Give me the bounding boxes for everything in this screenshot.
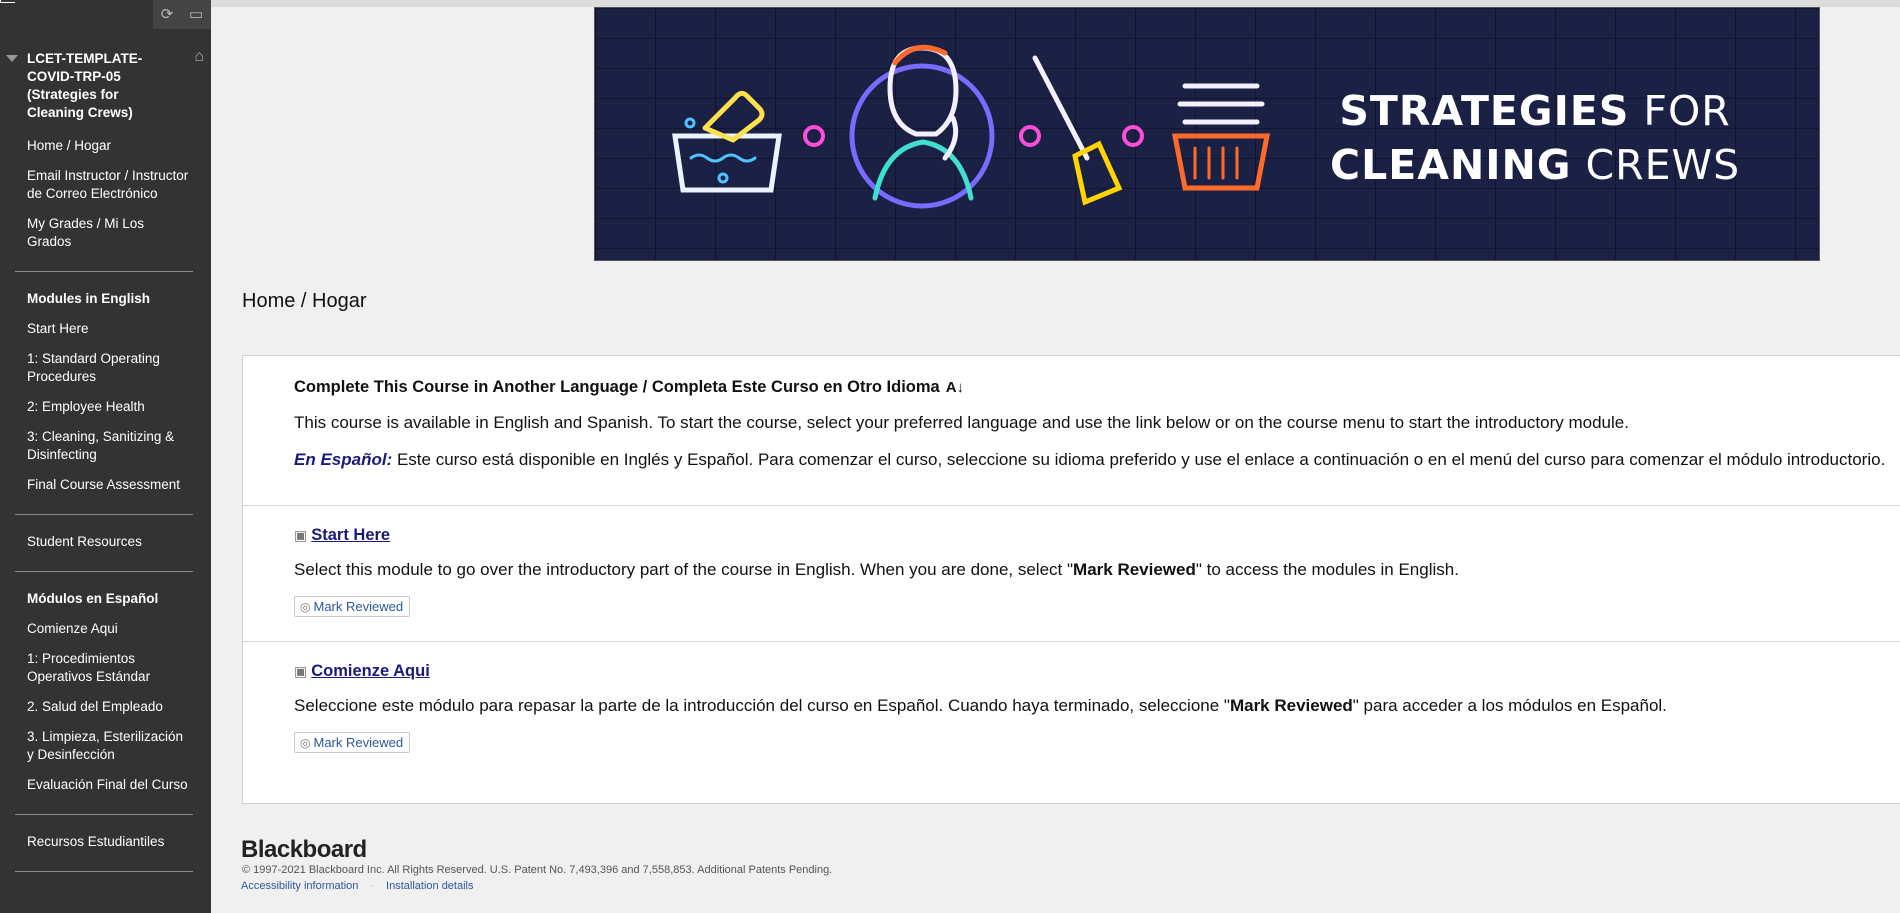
sidebar-toolbar: ⟳ ▭ bbox=[0, 0, 211, 31]
sidebar-item-home[interactable]: Home / Hogar bbox=[0, 137, 211, 155]
corner-mark bbox=[0, 0, 15, 3]
learning-module-icon: ▣ bbox=[294, 527, 308, 543]
sidebar-item-salud[interactable]: 2. Salud del Empleado bbox=[0, 698, 211, 716]
mark-reviewed-button[interactable]: ◎ Mark Reviewed bbox=[294, 596, 411, 617]
sidebar-item-email-instructor[interactable]: Email Instructor / Instructor de Correo … bbox=[0, 167, 211, 203]
menu-spanish-resources: Recursos Estudiantiles bbox=[0, 833, 211, 851]
course-title-row: ⌂ LCET-TEMPLATE-COVID-TRP-05 (Strategies… bbox=[0, 31, 211, 122]
content-item-start-here: ▣ Start Here Select this module to go ove… bbox=[243, 505, 1900, 642]
sidebar-heading-spanish: Módulos en Español bbox=[27, 591, 159, 606]
content-item-comienze-aqui: ▣ Comienze Aqui Seleccione este módulo pa… bbox=[243, 641, 1900, 803]
folder-icon[interactable]: ▭ bbox=[189, 7, 203, 22]
glove-icon bbox=[702, 90, 765, 143]
sidebar-item-start-here[interactable]: Start Here bbox=[0, 320, 211, 338]
blackboard-logo: Blackboard bbox=[241, 836, 367, 863]
menu-spanish: Módulos en Español Comienze Aqui 1: Proc… bbox=[0, 590, 211, 794]
review-status-icon: ◎ bbox=[300, 736, 311, 750]
menu-resources: Student Resources bbox=[0, 533, 211, 551]
dot-icon bbox=[1122, 125, 1144, 147]
sidebar-item-my-grades[interactable]: My Grades / Mi Los Grados bbox=[0, 215, 211, 251]
content-list: Complete This Course in Another Language… bbox=[242, 355, 1900, 804]
refresh-icon[interactable]: ⟳ bbox=[161, 7, 174, 22]
sidebar-item-sop[interactable]: 1: Standard Operating Procedures bbox=[0, 350, 211, 386]
link-separator: · bbox=[370, 880, 375, 892]
sidebar-item-comienze-aqui[interactable]: Comienze Aqui bbox=[0, 620, 211, 638]
item-title-row: ▣ Comienze Aqui bbox=[294, 662, 430, 681]
translate-icon: A↓ bbox=[945, 379, 965, 396]
course-banner: STRATEGIES FOR CLEANING CREWS bbox=[594, 7, 1820, 261]
sidebar-item-procedimientos[interactable]: 1: Procedimientos Operativos Estándar bbox=[0, 650, 211, 686]
accessibility-link[interactable]: Accessibility information bbox=[241, 880, 358, 892]
course-title[interactable]: LCET-TEMPLATE-COVID-TRP-05 (Strategies f… bbox=[27, 50, 173, 122]
item-heading: Complete This Course in Another Language… bbox=[294, 378, 965, 396]
main-content: STRATEGIES FOR CLEANING CREWS Home / Hog… bbox=[211, 0, 1900, 913]
item-description: Seleccione este módulo para repasar la p… bbox=[294, 696, 1667, 715]
learning-module-icon: ▣ bbox=[294, 663, 308, 679]
menu-english: Modules in English Start Here 1: Standar… bbox=[0, 290, 211, 494]
menu-main: Home / Hogar Email Instructor / Instruct… bbox=[0, 137, 211, 251]
top-strip bbox=[211, 0, 1900, 7]
menu-divider bbox=[15, 514, 193, 515]
page-title: Home / Hogar bbox=[242, 290, 367, 312]
home-icon[interactable]: ⌂ bbox=[194, 48, 204, 66]
comienze-aqui-link[interactable]: Comienze Aqui bbox=[311, 662, 430, 680]
item-description-es: En Español: Este curso está disponible e… bbox=[294, 450, 1886, 469]
menu-divider bbox=[15, 271, 193, 272]
sidebar-item-student-resources[interactable]: Student Resources bbox=[0, 533, 211, 551]
item-description-en: This course is available in English and … bbox=[294, 413, 1629, 432]
sidebar-item-recursos[interactable]: Recursos Estudiantiles bbox=[0, 833, 211, 851]
review-status-icon: ◎ bbox=[300, 600, 311, 614]
wash-bowl-icon bbox=[672, 117, 782, 193]
laundry-basket-icon bbox=[1171, 83, 1271, 191]
sidebar-tools: ⟳ ▭ bbox=[153, 0, 211, 29]
sidebar-item-limpieza[interactable]: 3. Limpieza, Esterilización y Desinfecci… bbox=[0, 728, 211, 764]
sidebar-item-cleaning[interactable]: 3: Cleaning, Sanitizing & Disinfecting bbox=[0, 428, 211, 464]
sidebar-item-final-assessment[interactable]: Final Course Assessment bbox=[0, 476, 211, 494]
dot-icon bbox=[1019, 125, 1041, 147]
mark-reviewed-button[interactable]: ◎ Mark Reviewed bbox=[294, 732, 411, 753]
sidebar-heading-english: Modules in English bbox=[27, 291, 151, 306]
footer: Blackboard bbox=[241, 836, 367, 864]
copyright-text: © 1997-2021 Blackboard Inc. All Rights R… bbox=[242, 864, 833, 876]
item-title-row: ▣ Start Here bbox=[294, 526, 390, 545]
footer-links: Accessibility information · Installation d… bbox=[241, 880, 474, 892]
content-item-language: Complete This Course in Another Language… bbox=[243, 356, 1900, 506]
start-here-link[interactable]: Start Here bbox=[311, 526, 390, 544]
dot-icon bbox=[803, 125, 825, 147]
broom-icon bbox=[1032, 55, 1123, 206]
sidebar-item-evaluacion-final[interactable]: Evaluación Final del Curso bbox=[0, 776, 211, 794]
sidebar-item-employee-health[interactable]: 2: Employee Health bbox=[0, 398, 211, 416]
collapse-menu-icon[interactable] bbox=[6, 55, 18, 62]
banner-title: STRATEGIES FOR CLEANING CREWS bbox=[1330, 87, 1741, 189]
menu-divider bbox=[15, 871, 193, 872]
item-description: Select this module to go over the introd… bbox=[294, 560, 1459, 579]
menu-divider bbox=[15, 814, 193, 815]
installation-link[interactable]: Installation details bbox=[386, 880, 473, 892]
menu-divider bbox=[15, 571, 193, 572]
worker-icon bbox=[849, 44, 995, 209]
course-menu-sidebar: ⟳ ▭ ⌂ LCET-TEMPLATE-COVID-TRP-05 (Strate… bbox=[0, 0, 211, 913]
